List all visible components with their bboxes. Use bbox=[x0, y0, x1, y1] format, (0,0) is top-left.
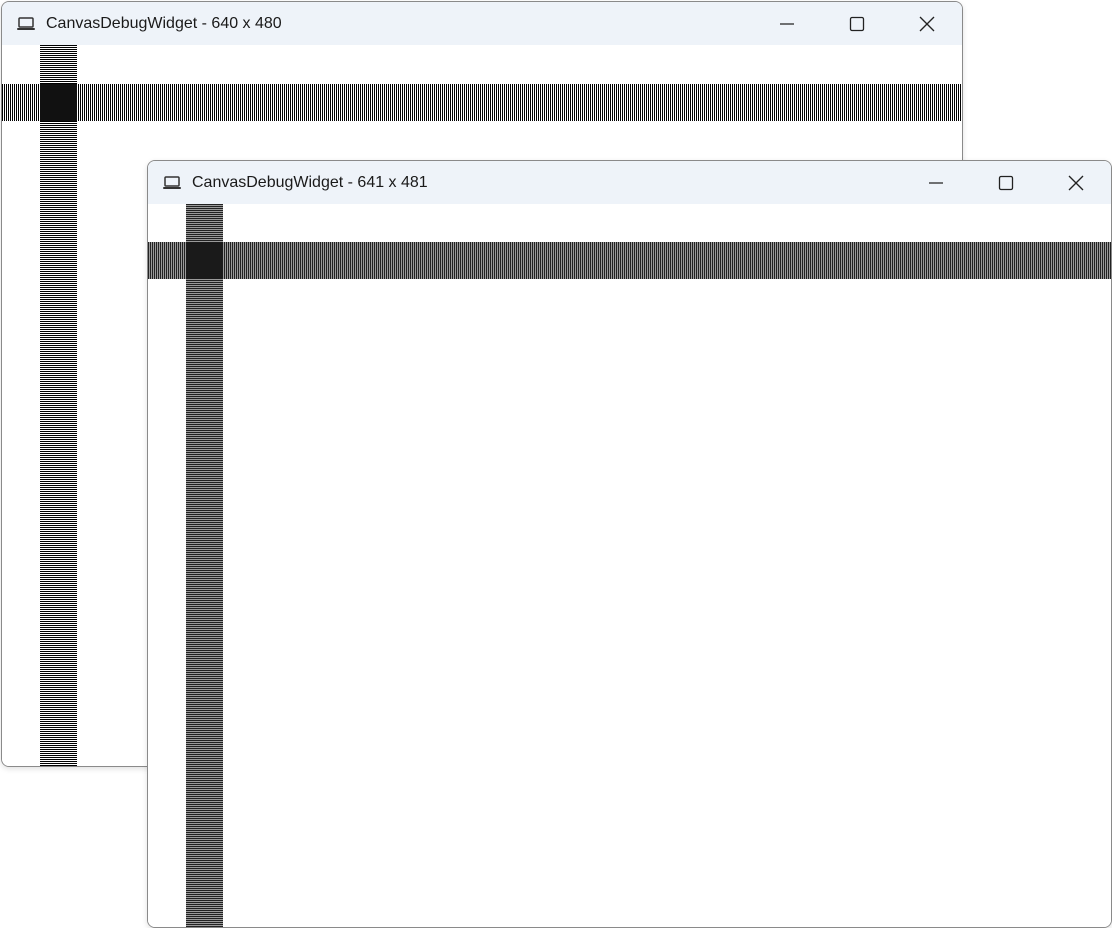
vertical-stripe bbox=[186, 204, 223, 927]
window-front[interactable]: CanvasDebugWidget - 641 x 481 bbox=[147, 160, 1112, 928]
canvas-area[interactable] bbox=[148, 204, 1111, 927]
window-title: CanvasDebugWidget - 641 x 481 bbox=[192, 173, 428, 191]
close-button[interactable] bbox=[1041, 161, 1111, 204]
title-bar[interactable]: CanvasDebugWidget - 641 x 481 bbox=[148, 161, 1111, 204]
minimize-icon bbox=[780, 22, 794, 25]
minimize-button[interactable] bbox=[752, 2, 822, 45]
stripe-intersection bbox=[40, 84, 77, 121]
title-bar[interactable]: CanvasDebugWidget - 640 x 480 bbox=[2, 2, 962, 45]
maximize-button[interactable] bbox=[822, 2, 892, 45]
laptop-icon bbox=[161, 172, 183, 194]
vertical-stripe bbox=[40, 45, 77, 766]
close-icon bbox=[919, 16, 935, 31]
laptop-icon bbox=[15, 13, 37, 35]
horizontal-stripe bbox=[148, 242, 1111, 279]
minimize-button[interactable] bbox=[901, 161, 971, 204]
close-icon bbox=[1068, 175, 1084, 190]
close-button[interactable] bbox=[892, 2, 962, 45]
maximize-icon bbox=[849, 16, 865, 31]
horizontal-stripe bbox=[2, 84, 962, 121]
maximize-button[interactable] bbox=[971, 161, 1041, 204]
caption-buttons bbox=[752, 2, 962, 45]
caption-buttons bbox=[901, 161, 1111, 204]
minimize-icon bbox=[929, 181, 943, 184]
maximize-icon bbox=[998, 175, 1014, 190]
window-title: CanvasDebugWidget - 640 x 480 bbox=[46, 14, 282, 32]
stripe-intersection bbox=[186, 242, 223, 279]
